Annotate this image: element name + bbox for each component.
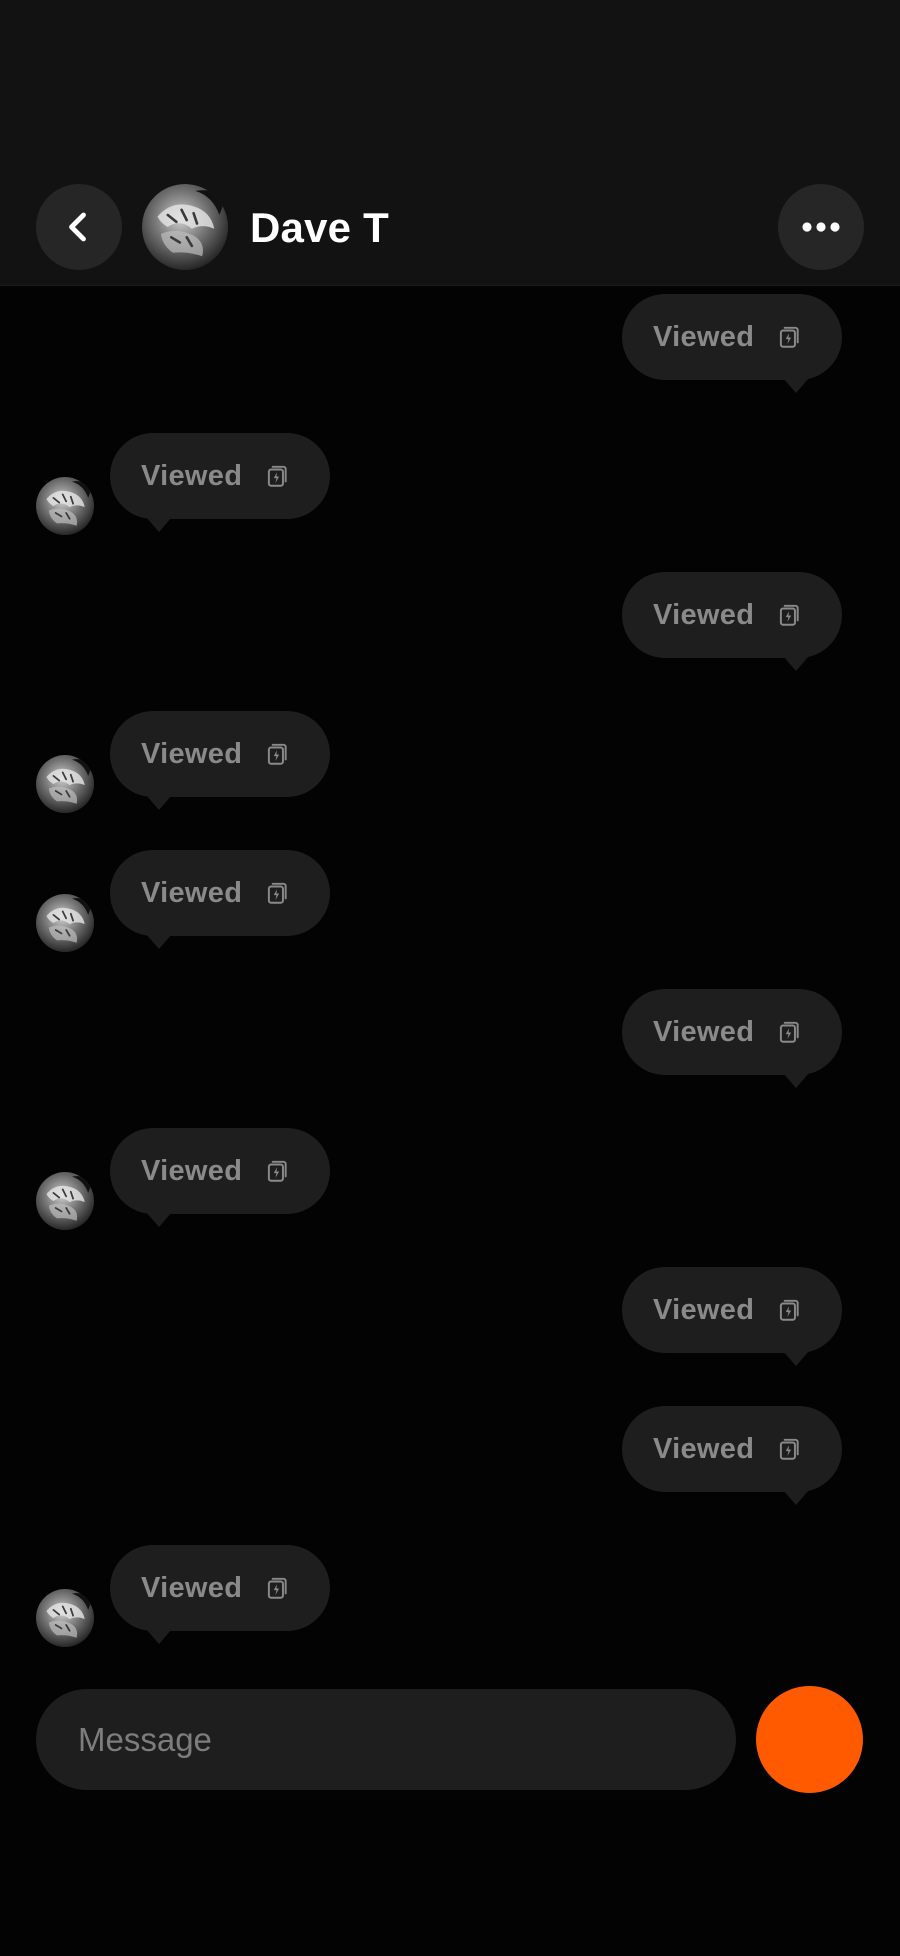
bubble-tail	[783, 378, 809, 393]
message-status-label: Viewed	[653, 1015, 755, 1048]
contact-name[interactable]: Dave T	[250, 200, 389, 256]
message-status-label: Viewed	[141, 1154, 243, 1187]
message-list[interactable]: Viewed Viewed Viewed Viewed Viewed Viewe…	[0, 287, 900, 1670]
message-bubble[interactable]: Viewed	[622, 572, 842, 658]
bubble-tail	[783, 656, 809, 671]
snap-viewed-icon	[264, 880, 290, 906]
bubble-tail	[146, 1212, 172, 1227]
sender-avatar[interactable]	[36, 755, 94, 813]
message-status-label: Viewed	[653, 598, 755, 631]
message-bubble[interactable]: Viewed	[622, 989, 842, 1075]
more-horizontal-icon	[802, 222, 840, 232]
sender-avatar[interactable]	[36, 477, 94, 535]
message-status-label: Viewed	[141, 459, 243, 492]
snap-viewed-icon	[776, 1019, 802, 1045]
snap-viewed-icon	[264, 1575, 290, 1601]
message-status-label: Viewed	[141, 876, 243, 909]
message-bubble[interactable]: Viewed	[110, 850, 330, 936]
message-status-label: Viewed	[653, 320, 755, 353]
bubble-tail	[146, 934, 172, 949]
chat-header: Dave T	[0, 0, 900, 286]
snap-viewed-icon	[776, 324, 802, 350]
message-bubble[interactable]: Viewed	[110, 1545, 330, 1631]
message-status-label: Viewed	[141, 1571, 243, 1604]
contact-avatar[interactable]	[142, 184, 228, 270]
message-status-label: Viewed	[141, 737, 243, 770]
message-status-label: Viewed	[653, 1293, 755, 1326]
send-button[interactable]	[756, 1686, 863, 1793]
sender-avatar[interactable]	[36, 1172, 94, 1230]
snap-viewed-icon	[264, 463, 290, 489]
snap-viewed-icon	[264, 1158, 290, 1184]
message-bubble[interactable]: Viewed	[622, 1406, 842, 1492]
sender-avatar[interactable]	[36, 1589, 94, 1647]
chat-screen: Dave T Viewed Viewed Viewed Viewed Viewe…	[0, 0, 900, 1956]
message-bubble[interactable]: Viewed	[110, 1128, 330, 1214]
bubble-tail	[783, 1351, 809, 1366]
more-options-button[interactable]	[778, 184, 864, 270]
snap-viewed-icon	[264, 741, 290, 767]
message-bubble[interactable]: Viewed	[110, 711, 330, 797]
message-bubble[interactable]: Viewed	[110, 433, 330, 519]
message-bubble[interactable]: Viewed	[622, 1267, 842, 1353]
back-button[interactable]	[36, 184, 122, 270]
bubble-tail	[783, 1073, 809, 1088]
snap-viewed-icon	[776, 1436, 802, 1462]
bubble-tail	[146, 795, 172, 810]
message-input[interactable]	[36, 1689, 736, 1790]
bubble-tail	[783, 1490, 809, 1505]
snap-viewed-icon	[776, 1297, 802, 1323]
bubble-tail	[146, 517, 172, 532]
snap-viewed-icon	[776, 602, 802, 628]
chevron-left-icon	[69, 212, 86, 242]
bubble-tail	[146, 1629, 172, 1644]
message-bubble[interactable]: Viewed	[622, 294, 842, 380]
sender-avatar[interactable]	[36, 894, 94, 952]
message-status-label: Viewed	[653, 1432, 755, 1465]
